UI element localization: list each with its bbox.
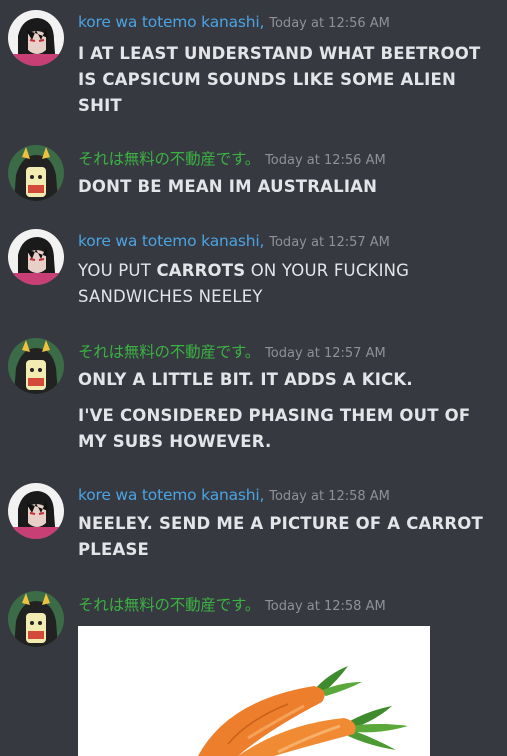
message-header: kore wa totemo kanashi, Today at 12:57 AM [78,231,390,250]
username[interactable]: それは無料の不動産です。 [78,150,260,168]
message-line: SANDWICHES NEELEY [78,287,263,306]
message-line: ONLY A LITTLE BIT. IT ADDS A KICK. [78,370,413,389]
timestamp: Today at 12:58 AM [265,599,386,614]
message-line: I'VE CONSIDERED PHASING THEM OUT OF [78,406,471,425]
avatar[interactable] [8,145,64,201]
message-line: YOU PUT CARROTS ON YOUR FUCKING [78,258,493,284]
avatar[interactable] [8,229,64,285]
timestamp: Today at 12:56 AM [265,153,386,168]
message-header: それは無料の不動産です。 Today at 12:57 AM [78,340,386,362]
avatar[interactable] [8,338,64,394]
image-attachment[interactable] [78,626,430,756]
username[interactable]: それは無料の不動産です。 [78,343,260,361]
timestamp: Today at 12:57 AM [265,346,386,361]
message-line: MY SUBS HOWEVER. [78,432,272,451]
timestamp: Today at 12:57 AM [269,235,390,250]
message-line: PLEASE [78,540,150,559]
username[interactable]: kore wa totemo kanashi, [78,232,264,250]
message-header: kore wa totemo kanashi, Today at 12:58 AM [78,485,390,504]
avatar[interactable] [8,591,64,647]
message-line: SHIT [78,96,122,115]
message-header: kore wa totemo kanashi, Today at 12:56 AM [78,12,390,31]
text-span: YOU PUT [78,261,157,280]
timestamp: Today at 12:56 AM [269,16,390,31]
message-line: I AT LEAST UNDERSTAND WHAT BEETROOT [78,44,481,63]
bold-text: CARROTS [156,261,246,280]
avatar[interactable] [8,10,64,66]
timestamp: Today at 12:58 AM [269,489,390,504]
message-line: DONT BE MEAN IM AUSTRALIAN [78,177,378,196]
username[interactable]: kore wa totemo kanashi, [78,486,264,504]
avatar[interactable] [8,483,64,539]
text-span: ON YOUR FUCKING [245,261,410,280]
username[interactable]: それは無料の不動産です。 [78,596,260,614]
username[interactable]: kore wa totemo kanashi, [78,13,264,31]
carrot-photo [78,626,430,756]
message-header: それは無料の不動産です。 Today at 12:56 AM [78,147,386,169]
message-line: NEELEY. SEND ME A PICTURE OF A CARROT [78,514,483,533]
message-line: IS CAPSICUM SOUNDS LIKE SOME ALIEN [78,70,456,89]
message-header: それは無料の不動産です。 Today at 12:58 AM [78,593,386,615]
